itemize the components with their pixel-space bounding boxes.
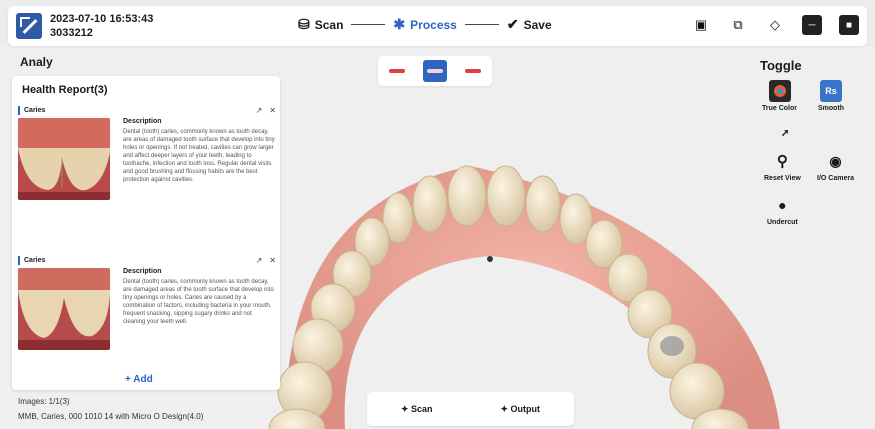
expand-icon[interactable]: ↗ [256, 106, 263, 115]
io-camera-button[interactable]: ◉ I/O Camera [817, 150, 854, 183]
report-item[interactable]: Caries ↗ ✕ Description Dental (tooth) ca… [18, 104, 276, 200]
view-switcher [378, 56, 492, 86]
scan-button[interactable]: ✦ Scan [401, 404, 433, 415]
report-item-label: Caries [24, 256, 46, 264]
images-count: Images: 1/1(3) [18, 397, 70, 406]
minimize-icon[interactable]: ─ [802, 15, 822, 35]
undercut-label: Undercut [767, 219, 798, 226]
step-process[interactable]: ✱ Process [393, 16, 456, 33]
scan-icon: ⛁ [298, 16, 310, 32]
item-marker [18, 255, 20, 265]
bottom-action-bar: ✦ Scan ✦ Output [367, 392, 574, 426]
step-connector [351, 24, 386, 25]
report-item-header: Caries ↗ ✕ [18, 254, 276, 266]
top-toolbar: 2023-07-10 16:53:43 3033212 ⛁ Scan ✱ Pro… [8, 6, 867, 46]
report-item-label: Caries [24, 106, 46, 114]
add-label: Add [133, 374, 153, 385]
description-label: Description [123, 118, 162, 125]
item-actions: ↗ ✕ [256, 106, 276, 115]
scan-button-label: Scan [411, 403, 433, 414]
settings-icon[interactable]: ◇ [765, 15, 785, 35]
export-icon[interactable]: ⧉ [728, 15, 748, 35]
undercut-toggle[interactable]: ● Undercut [767, 194, 798, 226]
step-scan[interactable]: ⛁ Scan [298, 16, 343, 33]
process-icon: ✱ [393, 16, 406, 32]
patient-id: 3033212 [50, 27, 93, 39]
item-actions: ↗ ✕ [256, 256, 276, 265]
delete-icon[interactable]: ✕ [269, 106, 276, 115]
output-button[interactable]: ✦ Output [500, 404, 540, 415]
io-camera-label: I/O Camera [817, 175, 854, 182]
expand-icon[interactable]: ↗ [256, 256, 263, 265]
app-logo-icon[interactable] [16, 13, 42, 39]
step-save-label: Save [523, 17, 552, 32]
caries-photo[interactable] [18, 118, 110, 200]
description-text: Dental (tooth) caries, commonly known as… [123, 129, 275, 183]
step-save[interactable]: ✔ Save [507, 16, 552, 33]
report-item-header: Caries ↗ ✕ [18, 104, 276, 116]
session-datetime: 2023-07-10 16:53:43 [50, 13, 154, 25]
description-text: Dental (tooth) caries, commonly known as… [123, 279, 274, 325]
io-camera-icon: ◉ [829, 152, 842, 169]
health-report-title: Health Report(3) [22, 84, 108, 96]
window-tools: ▣ ⧉ ◇ ─ ■ [691, 15, 859, 35]
smooth-toggle[interactable]: Rs Smooth [818, 80, 844, 112]
step-process-label: Process [410, 17, 457, 32]
reset-view-button[interactable]: ⚲ Reset View [764, 150, 801, 182]
upper-jaw-view-icon[interactable] [385, 60, 409, 82]
smooth-icon: Rs [820, 80, 843, 102]
lower-jaw-view-icon[interactable] [461, 60, 485, 82]
caries-photo[interactable] [18, 268, 110, 350]
report-item[interactable]: Caries ↗ ✕ Description Dental (tooth) ca… [18, 254, 276, 350]
screenshot-icon[interactable]: ▣ [691, 15, 711, 35]
plus-icon: ✦ [500, 403, 508, 414]
close-icon[interactable]: ■ [839, 15, 859, 35]
add-report-button[interactable]: + Add [125, 374, 153, 385]
true-color-icon [768, 80, 791, 102]
health-report-panel: Health Report(3) Caries ↗ ✕ Description … [12, 76, 280, 390]
plus-icon: + [125, 374, 131, 385]
true-color-label: True Color [762, 105, 798, 112]
session-info: 2023-07-10 16:53:43 3033212 [50, 12, 153, 40]
workflow-steps: ⛁ Scan ✱ Process ✔ Save [298, 16, 552, 33]
output-button-label: Output [510, 403, 541, 414]
plus-icon: ✦ [400, 403, 409, 414]
undercut-icon: ● [778, 197, 787, 213]
smooth-label: Smooth [818, 105, 845, 112]
device-info: MMB, Caries, 000 1010 14 with Micro O De… [18, 412, 204, 421]
true-color-toggle[interactable]: True Color [762, 80, 797, 112]
step-connector [464, 24, 499, 25]
analysis-title: Analy [20, 55, 53, 69]
save-icon: ✔ [506, 16, 519, 32]
image-info: Images: 1/1(3) MMB, Caries, 000 1010 14 … [18, 394, 203, 424]
cursor-icon: ➚ [781, 128, 790, 139]
step-scan-label: Scan [314, 17, 344, 32]
reset-view-icon: ⚲ [776, 153, 788, 170]
delete-icon[interactable]: ✕ [269, 256, 276, 265]
toggle-title: Toggle [760, 58, 802, 73]
description-label: Description [123, 268, 162, 275]
reset-view-label: Reset View [764, 175, 801, 182]
item-marker [18, 105, 20, 115]
both-jaws-view-icon[interactable] [423, 60, 447, 82]
